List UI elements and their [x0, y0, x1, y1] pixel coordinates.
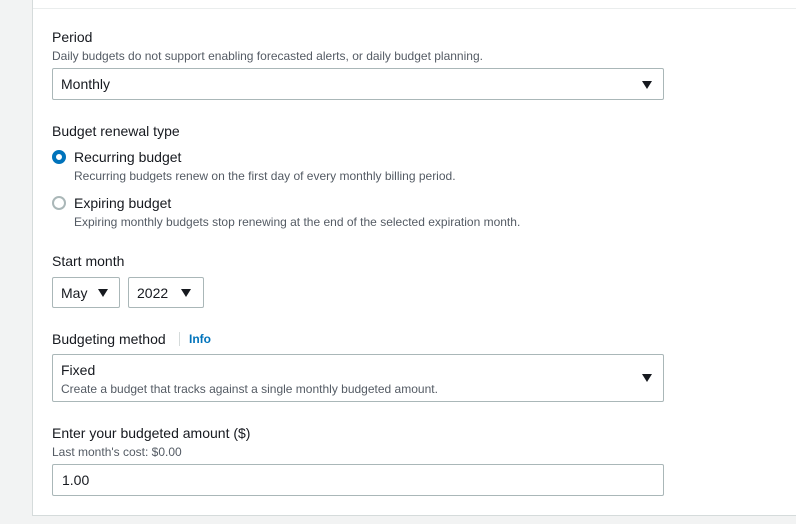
budgeted-amount-description: Last month's cost: $0.00 — [52, 445, 182, 459]
recurring-budget-description: Recurring budgets renew on the first day… — [74, 169, 456, 183]
budgeting-method-label: Budgeting method — [52, 331, 166, 347]
start-month-month-select[interactable]: May — [52, 277, 120, 308]
period-description: Daily budgets do not support enabling fo… — [52, 49, 483, 63]
start-month-year-value: 2022 — [137, 285, 169, 301]
recurring-budget-label[interactable]: Recurring budget — [74, 148, 181, 166]
expiring-budget-description: Expiring monthly budgets stop renewing a… — [74, 215, 521, 229]
expiring-budget-label[interactable]: Expiring budget — [74, 194, 171, 212]
budgeting-method-select[interactable]: Fixed Create a budget that tracks agains… — [52, 354, 664, 402]
caret-down-icon — [642, 374, 652, 382]
budgeting-method-value: Fixed — [61, 362, 96, 378]
caret-down-icon — [642, 81, 652, 89]
start-month-month-value: May — [61, 285, 88, 301]
label-divider — [179, 332, 180, 346]
start-month-year-select[interactable]: 2022 — [128, 277, 204, 308]
period-select[interactable]: Monthly — [52, 68, 664, 100]
period-select-value: Monthly — [61, 76, 111, 92]
expiring-budget-radio[interactable] — [52, 196, 66, 210]
budgeting-method-value-description: Create a budget that tracks against a si… — [61, 382, 438, 396]
recurring-budget-radio[interactable] — [52, 150, 66, 164]
caret-down-icon — [98, 289, 108, 297]
budgeting-method-info-link[interactable]: Info — [189, 332, 211, 346]
period-label: Period — [52, 29, 93, 45]
budgeted-amount-label: Enter your budgeted amount ($) — [52, 425, 251, 441]
budgeted-amount-input[interactable]: 1.00 — [52, 464, 664, 496]
budgeted-amount-value: 1.00 — [62, 472, 90, 488]
caret-down-icon — [181, 289, 191, 297]
start-month-label: Start month — [52, 253, 125, 269]
section-divider — [33, 8, 796, 9]
renewal-type-label: Budget renewal type — [52, 123, 180, 139]
budget-details-panel: Period Daily budgets do not support enab… — [32, 0, 796, 516]
